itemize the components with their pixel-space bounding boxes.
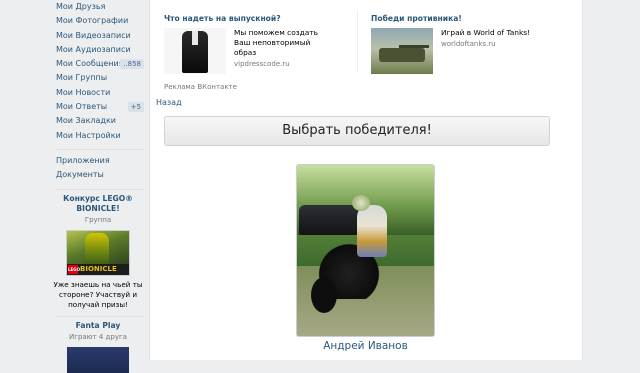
promo-image-banner: LEGOBIONICLE [67,263,129,275]
ad-title[interactable]: Победи противника! [371,14,571,24]
bionicle-promo-image[interactable]: LEGOBIONICLE [66,229,130,276]
ad-text: Играй в World of Tanks! worldoftanks.ru [441,28,541,50]
sidebar-divider [56,188,144,190]
contestant-photo[interactable] [296,164,435,337]
ad-domain[interactable]: vipdresscode.ru [234,58,334,70]
sidebar-item-label: Мои Аудиозаписи [56,44,131,54]
sidebar-item-news[interactable]: Мои Новости [48,86,148,100]
promo-subtitle: Группа [84,215,112,224]
sidebar-item-settings[interactable]: Мои Настройки [48,129,148,143]
ad-domain[interactable]: worldoftanks.ru [441,38,541,50]
ad-description: Мы поможем создать Ваш неповторимый обра… [234,28,318,57]
ad-left[interactable]: Что надеть на выпускной? Мы поможем созд… [164,14,354,74]
ad-text: Мы поможем создать Ваш неповторимый обра… [234,28,334,70]
sidebar-item-videos[interactable]: Мои Видеозаписи [48,29,148,43]
sidebar-item-audio[interactable]: Мои Аудиозаписи [48,43,148,57]
photo-rider [357,205,387,257]
sidebar-item-documents[interactable]: Документы [48,168,148,182]
sidebar-item-bookmarks[interactable]: Мои Закладки [48,114,148,128]
tank-body [379,48,425,62]
sidebar-item-label: Мои Новости [56,87,111,97]
ad-image-suit[interactable] [164,28,226,74]
sidebar-item-label: Мои Сообщения [56,59,124,69]
sidebar-item-label: Мои Группы [56,73,108,83]
promo-title[interactable]: Конкурс LEGO® BIONICLE! [48,194,148,214]
messages-count-badge: ..858 [120,59,144,70]
sidebar-divider [56,315,144,317]
lego-promo[interactable]: Конкурс LEGO® BIONICLE! Группа LEGOBIONI… [48,194,148,310]
promo-title[interactable]: Fanta Play [48,321,148,331]
photo-wheel [311,277,337,313]
ad-divider [357,10,358,72]
sidebar-item-label: Мои Друзья [56,2,106,11]
back-link[interactable]: Назад [156,98,182,107]
ad-image-tank[interactable] [371,28,433,74]
suit-shirt [192,31,198,45]
ad-right[interactable]: Победи противника! Играй в World of Tank… [371,14,571,74]
promo-text: Уже знаешь на чьей ты стороне? Участвуй … [53,279,143,309]
lego-logo-icon: LEGO [68,264,80,274]
choose-winner-button[interactable]: Выбрать победителя! [164,116,550,146]
bionicle-figure [85,232,109,265]
ads-footer-link[interactable]: Реклама ВКонтакте [164,83,237,91]
sidebar-item-groups[interactable]: Мои Группы [48,71,148,85]
main-content: Что надеть на выпускной? Мы поможем созд… [149,0,583,360]
sidebar-item-label: Документы [56,170,104,180]
promo-subtitle: Играют 4 друга [69,332,127,341]
sidebar-item-apps[interactable]: Приложения [48,154,148,168]
ad-description: Играй в World of Tanks! [441,28,531,37]
fanta-promo[interactable]: Fanta Play Играют 4 друга [48,321,148,373]
sidebar-item-label: Мои Фотографии [56,16,129,26]
sidebar-item-label: Мои Ответы [56,102,108,112]
sidebar-item-label: Приложения [56,155,110,165]
photo-helmet [352,195,370,211]
sidebar-item-messages[interactable]: Мои Сообщения ..858 [48,57,148,71]
answers-count-badge: +5 [127,102,144,113]
sidebar-divider [56,148,144,150]
sidebar-item-label: Мои Видеозаписи [56,30,131,40]
contestant-name-link[interactable]: Андрей Иванов [296,340,435,352]
sidebar-item-answers[interactable]: Мои Ответы +5 [48,100,148,114]
sidebar-item-friends[interactable]: Мои Друзья [48,0,148,14]
ad-title[interactable]: Что надеть на выпускной? [164,14,354,24]
sidebar-item-label: Мои Настройки [56,130,121,140]
left-sidebar: Мои Друзья Мои Фотографии Мои Видеозапис… [48,0,148,373]
sidebar-item-label: Мои Закладки [56,116,116,126]
promo-image-label: BIONICLE [80,264,117,273]
sidebar-item-photos[interactable]: Мои Фотографии [48,14,148,28]
